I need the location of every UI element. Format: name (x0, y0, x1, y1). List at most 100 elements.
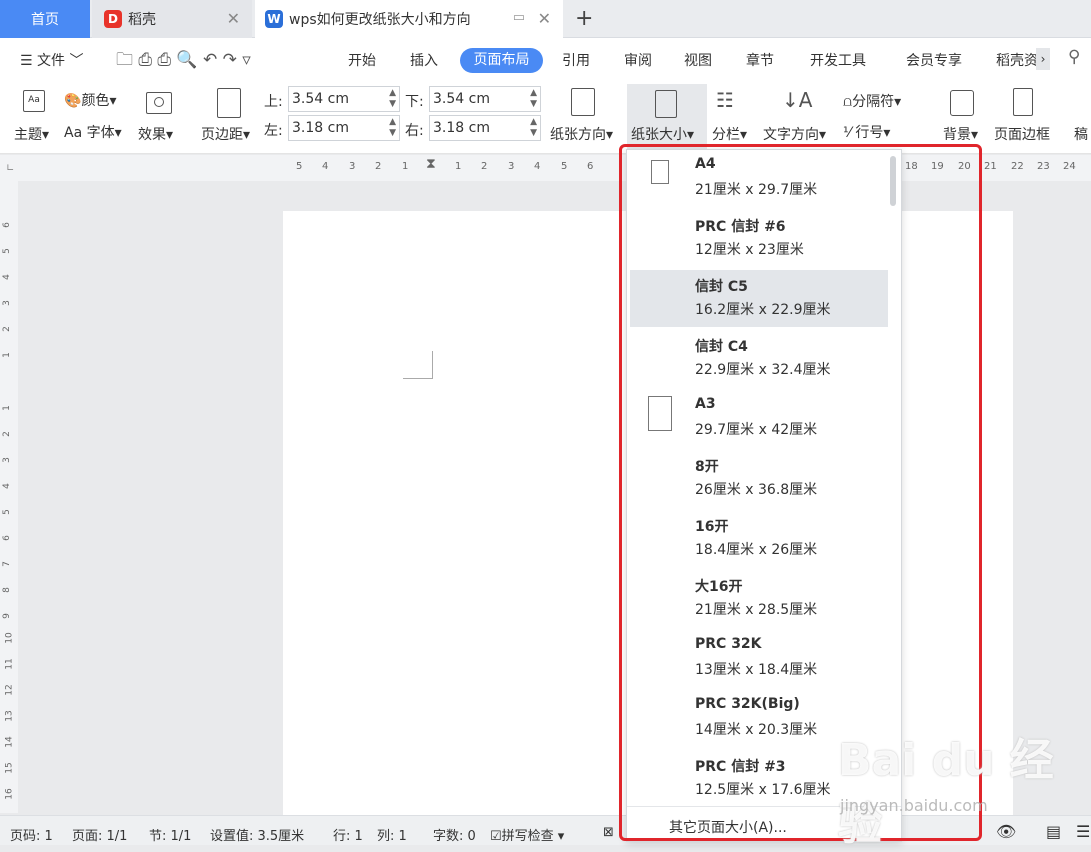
paper-size-dims: 12.5厘米 x 17.6厘米 (695, 782, 831, 798)
indent-marker-icon[interactable]: ⧗ (426, 156, 436, 172)
font-button[interactable]: Aa 字体▾ (64, 122, 122, 142)
menu-reference[interactable]: 引用 (562, 50, 590, 70)
paper-size-label-wrap: 纸张大小▾ (631, 127, 695, 143)
effect-button[interactable]: 效果▾ (138, 124, 173, 144)
background-button[interactable]: 背景▾ (943, 124, 978, 144)
left-margin-input[interactable]: 3.18 cm ▲ ▼ (288, 115, 400, 141)
paper-size-name: PRC 信封 #6 (695, 219, 786, 235)
separator-button[interactable]: ⩍分隔符▾ (843, 91, 901, 111)
status-section[interactable]: 节: 1/1 (149, 825, 191, 844)
paper-size-name: 8开 (695, 459, 719, 475)
paper-size-envelope-c4[interactable]: 信封 C4 22.9厘米 x 32.4厘米 (630, 330, 888, 387)
page-border-button[interactable]: 页面边框 (994, 124, 1050, 144)
other-page-sizes-label: 其它页面大小(A)... (669, 820, 787, 836)
paper-size-prc-envelope-6[interactable]: PRC 信封 #6 12厘米 x 23厘米 (630, 210, 888, 267)
top-margin-input[interactable]: 3.54 cm ▲ ▼ (288, 86, 400, 112)
horizontal-ruler[interactable]: ∟ 5 4 3 2 1 ⧗ 1 2 3 4 5 6 18 19 20 21 22… (0, 155, 1091, 181)
doc-check-icon[interactable]: ⊠ (603, 825, 614, 840)
menu-insert[interactable]: 插入 (410, 50, 438, 70)
margin-button[interactable]: 页边距▾ (201, 124, 250, 144)
paper-size-a3[interactable]: A3 29.7厘米 x 42厘米 (630, 390, 888, 447)
paper-size-name: 大16开 (695, 579, 743, 595)
bottom-margin-input[interactable]: 3.54 cm ▲ ▼ (429, 86, 541, 112)
orientation-button[interactable]: 纸张方向▾ (550, 124, 613, 144)
tab-daoke[interactable]: D 稻壳 ✕ (92, 0, 252, 38)
paper-size-dims: 16.2厘米 x 22.9厘米 (695, 302, 831, 318)
dropdown-scrollbar[interactable] (890, 156, 896, 206)
spinner-arrows-icon[interactable]: ▲ ▼ (389, 88, 396, 110)
pin-icon[interactable]: ▭ (513, 10, 525, 25)
search-icon[interactable]: ⚲ (1068, 47, 1080, 67)
paper-size-name: PRC 信封 #3 (695, 759, 786, 775)
baidu-watermark-url: jingyan.baidu.com (840, 796, 988, 815)
line-number-button[interactable]: ⅟ 行号▾ (843, 122, 890, 142)
ribbon-more[interactable]: 稿 (1074, 124, 1088, 144)
paper-size-big-16k[interactable]: 大16开 21厘米 x 28.5厘米 (630, 570, 888, 627)
ruler-number: 5 (561, 161, 568, 172)
close-icon[interactable]: ✕ (227, 9, 240, 28)
menu-chapter[interactable]: 章节 (746, 50, 774, 70)
paper-size-dims: 26厘米 x 36.8厘米 (695, 482, 818, 498)
menu-daoke[interactable]: 稻壳资 (996, 50, 1038, 70)
spell-check-button[interactable]: ☑拼写检查 ▾ (490, 825, 564, 844)
paper-size-prc-32k[interactable]: PRC 32K 13厘米 x 18.4厘米 (630, 630, 888, 687)
tab-document[interactable]: W wps如何更改纸张大小和方向 ▭ ✕ (255, 0, 563, 38)
spinner-arrows-icon[interactable]: ▲ ▼ (389, 117, 396, 139)
color-button[interactable]: 🎨颜色▾ (64, 90, 116, 110)
right-margin-input[interactable]: 3.18 cm ▲ ▼ (429, 115, 541, 141)
menu-dev-tools[interactable]: 开发工具 (810, 50, 866, 70)
background-label: 背景 (943, 127, 971, 143)
menu-start[interactable]: 开始 (348, 50, 376, 70)
ruler-number: 3 (1, 457, 12, 463)
file-menu[interactable]: ☰ 文件 ﹀ (20, 50, 83, 70)
ruler-number: 1 (1, 352, 12, 358)
menu-member[interactable]: 会员专享 (906, 50, 962, 70)
text-direction-button[interactable]: 文字方向▾ (763, 124, 826, 144)
menu-scroll-right-icon[interactable]: › (1036, 48, 1050, 70)
theme-button[interactable]: 主题▾ (14, 124, 49, 144)
paper-size-name: 信封 C4 (695, 339, 748, 355)
paper-size-button[interactable]: 纸张大小▾ (627, 84, 707, 150)
paper-size-dims: 13厘米 x 18.4厘米 (695, 662, 818, 678)
paper-size-envelope-c5[interactable]: 信封 C5 16.2厘米 x 22.9厘米 (630, 270, 888, 327)
ruler-number: 10 (4, 632, 15, 644)
close-icon[interactable]: ✕ (538, 9, 551, 28)
left-margin-label: 左: (264, 123, 283, 139)
paper-size-name: 信封 C5 (695, 279, 748, 295)
status-col: 列: 1 (377, 829, 407, 844)
paper-size-8k[interactable]: 8开 26厘米 x 36.8厘米 (630, 450, 888, 507)
ruler-number: 1 (402, 161, 409, 172)
ruler-number: 12 (4, 684, 15, 696)
spell-check-icon: ☑ (490, 829, 502, 844)
spinner-arrows-icon[interactable]: ▲ ▼ (530, 117, 537, 139)
effect-label: 效果 (138, 127, 166, 143)
columns-button[interactable]: 分栏▾ (712, 124, 747, 144)
palette-icon: 🎨 (64, 93, 82, 109)
tab-home[interactable]: 首页 (0, 0, 90, 38)
vertical-ruler[interactable]: 6 5 4 3 2 1 1 2 3 4 5 6 7 8 9 10 11 12 1… (0, 181, 18, 813)
paper-size-a4[interactable]: A4 21厘米 x 29.7厘米 (630, 150, 888, 207)
menu-view[interactable]: 视图 (684, 50, 712, 70)
ruler-number: 22 (1011, 161, 1024, 172)
color-label: 颜色 (81, 93, 110, 109)
left-margin-value: 3.18 cm (292, 120, 349, 136)
status-setting[interactable]: 设置值: 3.5厘米 (210, 825, 304, 844)
status-pages[interactable]: 页面: 1/1 (72, 825, 127, 844)
status-page-number[interactable]: 页码: 1 (10, 825, 53, 844)
wps-writer-icon: W (265, 10, 283, 28)
theme-label: 主题 (14, 127, 42, 143)
spinner-arrows-icon[interactable]: ▲ ▼ (530, 88, 537, 110)
ruler-number: 4 (322, 161, 329, 172)
baidu-watermark-logo: Bai du 经验 (838, 735, 1054, 850)
tab-stop-icon[interactable]: ∟ (6, 163, 14, 174)
new-tab-button[interactable]: + (575, 6, 593, 31)
status-word-count[interactable]: 字数: 0 (433, 825, 476, 844)
menu-review[interactable]: 审阅 (624, 50, 652, 70)
paper-size-dims: 18.4厘米 x 26厘米 (695, 542, 818, 558)
separator-label: 分隔符 (852, 94, 895, 110)
menu-page-layout[interactable]: 页面布局 (460, 48, 543, 73)
quick-access-toolbar[interactable]: 🗀 ⎙ ⎙ 🔍 ↶ ↷ ▿ (116, 47, 251, 76)
paper-size-16k[interactable]: 16开 18.4厘米 x 26厘米 (630, 510, 888, 567)
paper-size-icon (655, 90, 677, 118)
columns-label: 分栏 (712, 127, 740, 143)
